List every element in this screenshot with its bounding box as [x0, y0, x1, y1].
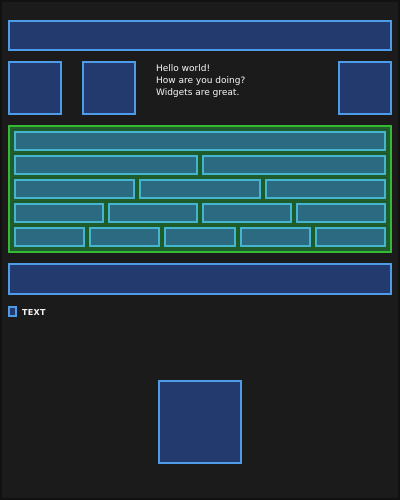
- message-line-3: Widgets are great.: [156, 88, 240, 98]
- center-square-button[interactable]: [158, 380, 242, 464]
- message-text: Hello world! How are you doing? Widgets …: [156, 63, 245, 99]
- bottom-bar[interactable]: [8, 263, 392, 295]
- checkbox-label: TEXT: [22, 308, 46, 317]
- grid-cell[interactable]: [265, 179, 386, 199]
- grid-cell[interactable]: [108, 203, 198, 223]
- message-line-2: How are you doing?: [156, 76, 246, 86]
- grid-cell[interactable]: [14, 155, 198, 175]
- grid-cell[interactable]: [164, 227, 236, 247]
- square-button-right[interactable]: [338, 61, 392, 115]
- square-button-middle[interactable]: [82, 61, 136, 115]
- message-line-1: Hello world!: [156, 64, 211, 74]
- grid-cell[interactable]: [315, 227, 386, 247]
- grid-cell[interactable]: [14, 227, 85, 247]
- grid-cell[interactable]: [240, 227, 311, 247]
- checkbox[interactable]: [8, 306, 17, 317]
- grid-cell[interactable]: [14, 203, 104, 223]
- grid-cell[interactable]: [296, 203, 386, 223]
- grid-cell[interactable]: [202, 203, 292, 223]
- grid-panel: [8, 125, 392, 253]
- grid-cell[interactable]: [139, 179, 261, 199]
- grid-cell[interactable]: [202, 155, 386, 175]
- square-button-left[interactable]: [8, 61, 62, 115]
- grid-cell[interactable]: [89, 227, 160, 247]
- grid-cell[interactable]: [14, 179, 135, 199]
- top-bar[interactable]: [8, 20, 392, 51]
- grid-cell[interactable]: [14, 131, 386, 151]
